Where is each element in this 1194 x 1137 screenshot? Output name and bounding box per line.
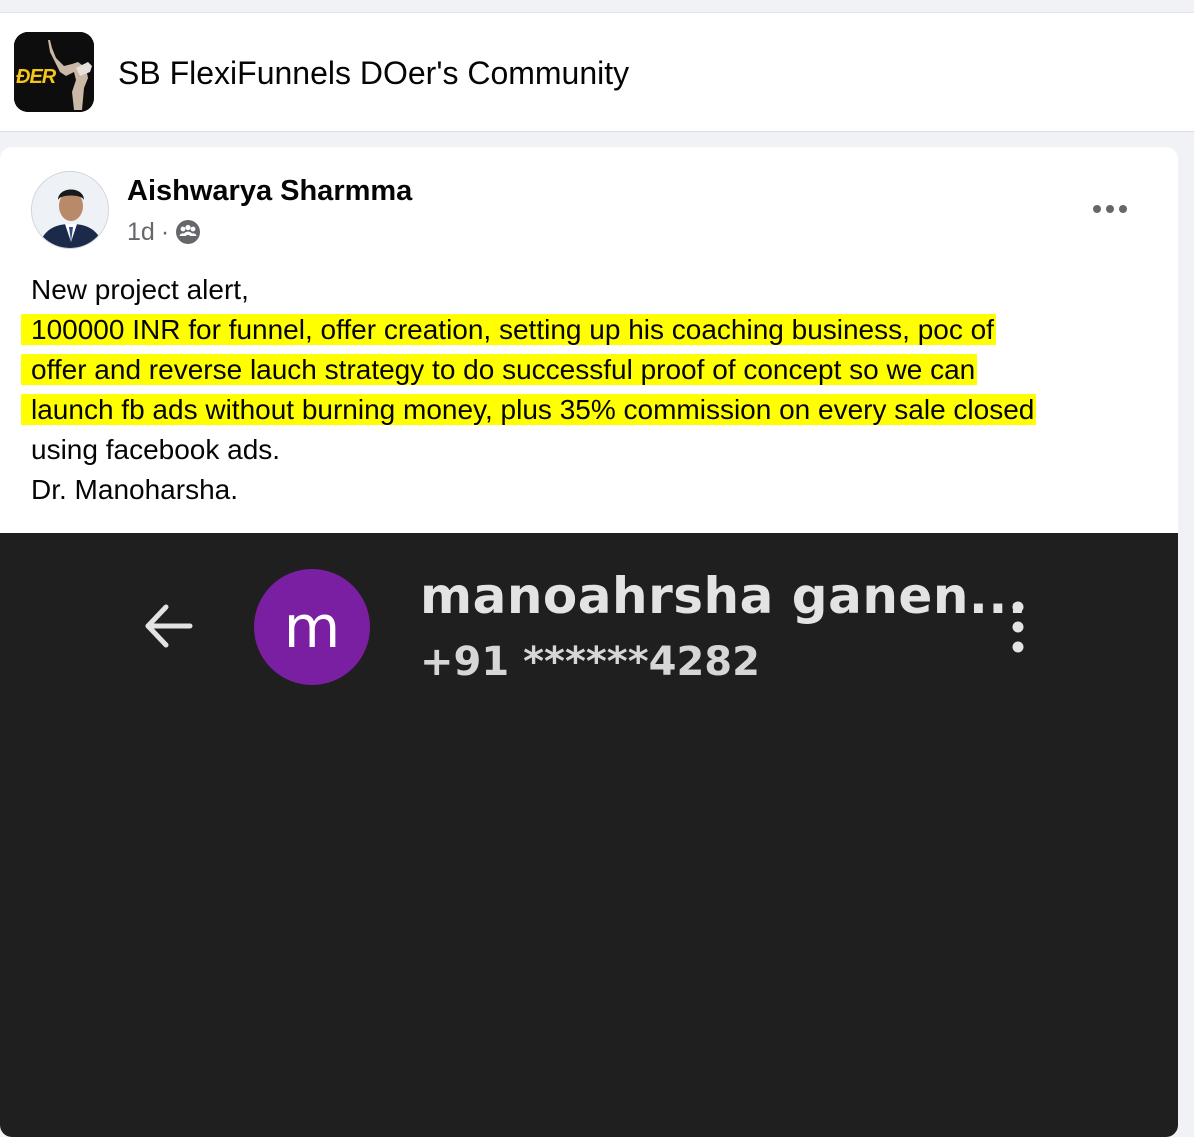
attached-screenshot[interactable]: m manoahrsha ganen... +91 ******4282 bbox=[0, 533, 1178, 1137]
contact-phone: +91 ******4282 bbox=[420, 639, 760, 685]
person-avatar-icon bbox=[32, 172, 108, 248]
post-meta: 1d · bbox=[127, 217, 201, 247]
group-header: ÐER SB FlexiFunnels DOer's Community bbox=[0, 13, 1194, 132]
post-card: Aishwarya Sharmma 1d · New project alert… bbox=[0, 147, 1178, 1137]
post-timestamp[interactable]: 1d bbox=[127, 218, 155, 247]
top-strip bbox=[0, 0, 1194, 13]
group-title[interactable]: SB FlexiFunnels DOer's Community bbox=[118, 55, 629, 92]
post-line: using facebook ads. bbox=[31, 430, 1161, 470]
post-line-text: New project alert, bbox=[31, 274, 249, 305]
group-icon bbox=[175, 219, 201, 245]
meta-separator: · bbox=[160, 217, 170, 246]
post-line-text: 100000 INR for funnel, offer creation, s… bbox=[31, 314, 996, 345]
post-body: New project alert, 100000 INR for funnel… bbox=[31, 270, 1161, 510]
contact-avatar: m bbox=[254, 569, 370, 685]
post-line-highlighted: offer and reverse lauch strategy to do s… bbox=[31, 350, 1161, 390]
post-options-button[interactable] bbox=[1086, 191, 1134, 227]
author-avatar[interactable] bbox=[31, 171, 109, 249]
post-line-text: offer and reverse lauch strategy to do s… bbox=[31, 354, 978, 385]
group-logo[interactable]: ÐER bbox=[14, 32, 94, 112]
back-arrow-icon bbox=[142, 601, 198, 651]
logo-text: ÐER bbox=[16, 66, 56, 88]
post-line-highlighted: 100000 INR for funnel, offer creation, s… bbox=[31, 310, 1161, 350]
contact-name: manoahrsha ganen... bbox=[420, 567, 1028, 625]
post-line-text: Dr. Manoharsha. bbox=[31, 474, 238, 505]
post-line-highlighted: launch fb ads without burning money, plu… bbox=[31, 390, 1161, 430]
post-line: New project alert, bbox=[31, 270, 1161, 310]
ellipsis-icon bbox=[1093, 205, 1127, 213]
post-line-text: launch fb ads without burning money, plu… bbox=[31, 394, 1037, 425]
post-line-text: using facebook ads. bbox=[31, 434, 281, 465]
author-name[interactable]: Aishwarya Sharmma bbox=[127, 175, 412, 208]
more-vertical-icon bbox=[1002, 599, 1034, 655]
post-line: Dr. Manoharsha. bbox=[31, 470, 1161, 510]
